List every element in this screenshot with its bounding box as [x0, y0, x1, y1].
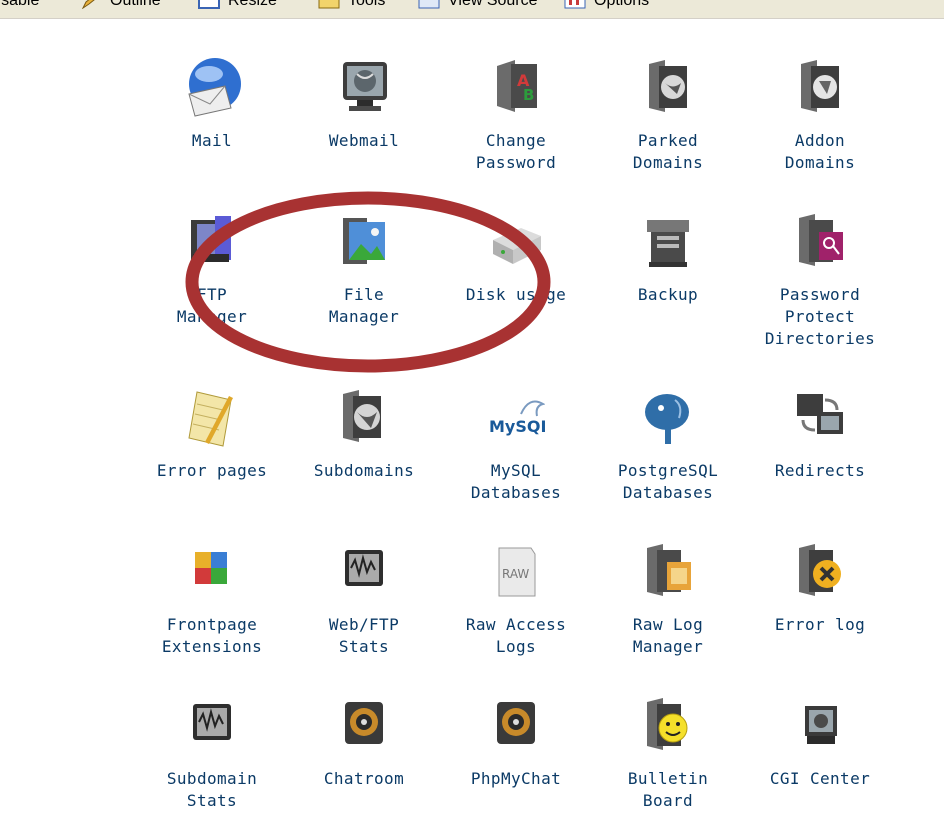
subdomain-stats-label: Subdomain Stats [166, 769, 258, 810]
toolbar-options-label: Options [594, 0, 650, 9]
disk-usage-icon [493, 228, 541, 264]
password-protect-icon [799, 214, 843, 266]
chatroom-label: Chatroom [323, 769, 405, 788]
password-protect-label: Password Protect Directories [764, 285, 876, 348]
error-pages-icon [188, 391, 233, 447]
redirects-label: Redirects [774, 461, 866, 480]
subdomains-link[interactable]: Subdomains [288, 386, 440, 482]
ftp-manager-link[interactable]: FTP Manager [136, 210, 288, 328]
postgresql-databases-link[interactable]: PostgreSQL Databases [592, 386, 744, 504]
frontpage-icon [195, 552, 227, 584]
web-ftp-stats-label: Web/FTP Stats [328, 615, 400, 656]
toolbar-view-source-item[interactable]: View Source [418, 0, 538, 10]
bulletin-board-icon [647, 698, 688, 750]
subdomain-stats-icon [193, 704, 231, 740]
disk-usage-link[interactable]: Disk usage [440, 210, 592, 306]
web-ftp-stats-link[interactable]: Web/FTP Stats [288, 540, 440, 658]
parked-domains-icon [649, 60, 687, 112]
change-password-label: Change Password [475, 131, 557, 172]
mail-envelope-icon [188, 58, 241, 117]
phpmychat-icon [497, 702, 535, 744]
raw-log-manager-link[interactable]: Raw Log Manager [592, 540, 744, 658]
change-password-link[interactable]: A B Change Password [440, 56, 592, 174]
cgi-center-link[interactable]: CGI Center [744, 694, 896, 790]
ftp-manager-label: FTP Manager [176, 285, 248, 326]
toolbar-outline-label: Outline [110, 0, 161, 9]
mysql-databases-link[interactable]: MySQL MySQL Databases [440, 386, 592, 504]
raw-log-manager-label: Raw Log Manager [632, 615, 704, 656]
mysql-icon: MySQL [489, 400, 545, 436]
chatroom-link[interactable]: Chatroom [288, 694, 440, 790]
raw-access-logs-icon: RAW [498, 547, 536, 597]
parked-domains-link[interactable]: Parked Domains [592, 56, 744, 174]
redirects-icon [797, 394, 843, 434]
webmail-link[interactable]: Webmail [288, 56, 440, 152]
error-pages-label: Error pages [156, 461, 268, 480]
addon-domains-label: Addon Domains [784, 131, 856, 172]
pencil-icon [81, 0, 95, 9]
mail-label: Mail [191, 131, 233, 150]
toolbar-tools-item[interactable]: Tools [318, 0, 385, 10]
toolbar-resize-item[interactable]: Resize [198, 0, 277, 10]
file-manager-icon [343, 218, 385, 264]
error-pages-link[interactable]: Error pages [136, 386, 288, 482]
cgi-center-label: CGI Center [769, 769, 871, 788]
toolbar-disable-label: Disable [0, 0, 40, 9]
postgresql-elephant-icon [645, 394, 689, 444]
redirects-link[interactable]: Redirects [744, 386, 896, 482]
postgresql-databases-label: PostgreSQL Databases [617, 461, 719, 502]
toolbar-resize-label: Resize [228, 0, 277, 9]
toolbar-outline-item[interactable]: Outline [80, 0, 161, 10]
web-ftp-stats-icon [345, 550, 383, 586]
toolbar-tools-label: Tools [348, 0, 386, 9]
change-password-icon: A B [497, 60, 537, 112]
frontpage-extensions-label: Frontpage Extensions [161, 615, 263, 656]
backup-label: Backup [637, 285, 699, 304]
toolbar-disable-item[interactable]: Disable [0, 0, 39, 10]
raw-access-logs-label: Raw Access Logs [465, 615, 567, 656]
addon-domains-icon [801, 60, 839, 112]
error-log-icon [799, 544, 841, 596]
error-log-label: Error log [774, 615, 866, 634]
chatroom-icon [345, 702, 383, 744]
tools-icon [318, 0, 340, 9]
web-developer-toolbar: Disable Outline Resize Tools View Source… [0, 0, 944, 19]
password-protect-link[interactable]: Password Protect Directories [744, 210, 896, 350]
raw-access-logs-link[interactable]: RAW Raw Access Logs [440, 540, 592, 658]
toolbar-view-source-label: View Source [448, 0, 538, 9]
ftp-manager-icon [191, 216, 231, 262]
phpmychat-label: PhpMyChat [470, 769, 562, 788]
svg-text:B: B [523, 86, 534, 104]
parked-domains-label: Parked Domains [632, 131, 704, 172]
bulletin-board-label: Bulletin Board [627, 769, 709, 810]
subdomains-icon [343, 390, 381, 442]
resize-icon [198, 0, 220, 9]
mail-link[interactable]: Mail [136, 56, 288, 152]
disk-usage-label: Disk usage [465, 285, 567, 304]
raw-log-manager-icon [647, 544, 691, 596]
addon-domains-link[interactable]: Addon Domains [744, 56, 896, 174]
subdomain-stats-link[interactable]: Subdomain Stats [136, 694, 288, 812]
backup-icon [647, 220, 689, 267]
mysql-databases-label: MySQL Databases [470, 461, 562, 502]
subdomains-label: Subdomains [313, 461, 415, 480]
monitor-globe-icon [343, 62, 387, 111]
toolbar-options-item[interactable]: Options [564, 0, 649, 10]
file-manager-label: File Manager [328, 285, 400, 326]
svg-text:MySQL: MySQL [489, 417, 545, 436]
backup-link[interactable]: Backup [592, 210, 744, 306]
error-log-link[interactable]: Error log [744, 540, 896, 636]
frontpage-extensions-link[interactable]: Frontpage Extensions [136, 540, 288, 658]
bulletin-board-link[interactable]: Bulletin Board [592, 694, 744, 812]
cgi-center-icon [805, 706, 837, 744]
svg-text:RAW: RAW [502, 567, 529, 581]
phpmychat-link[interactable]: PhpMyChat [440, 694, 592, 790]
file-manager-link[interactable]: File Manager [288, 210, 440, 328]
options-icon [564, 0, 586, 9]
view-source-icon [418, 0, 440, 9]
webmail-label: Webmail [328, 131, 400, 150]
